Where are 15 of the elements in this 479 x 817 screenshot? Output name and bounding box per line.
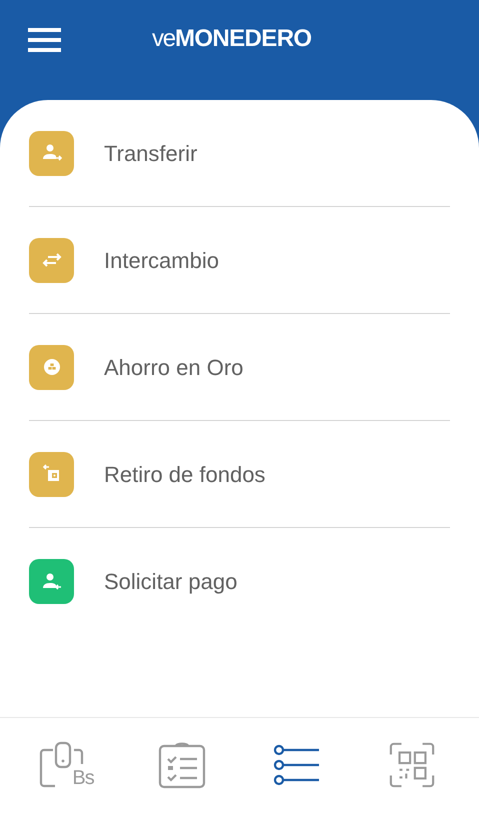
logo-name: MONEDERO	[174, 27, 312, 51]
qr-scan-icon[interactable]	[388, 740, 436, 788]
menu-item-tile[interactable]	[29, 130, 74, 176]
menu-item-tile[interactable]	[29, 238, 74, 282]
menu-button[interactable]	[28, 28, 61, 52]
menu-item[interactable]: Ahorro en Oro	[104, 350, 244, 384]
menu-item-tile[interactable]	[29, 452, 74, 496]
menu-item[interactable]: Transferir	[104, 136, 198, 170]
clipboard-checklist-icon[interactable]	[157, 740, 208, 790]
menu-item[interactable]: Solicitar pago	[104, 565, 238, 598]
logo-prefix: ve	[152, 27, 175, 51]
menu-item-tile[interactable]	[29, 344, 74, 390]
menu-item[interactable]: Intercambio	[104, 244, 219, 276]
menu-item[interactable]: Retiro de fondos	[104, 458, 266, 490]
menu-item-tile[interactable]	[29, 559, 74, 604]
